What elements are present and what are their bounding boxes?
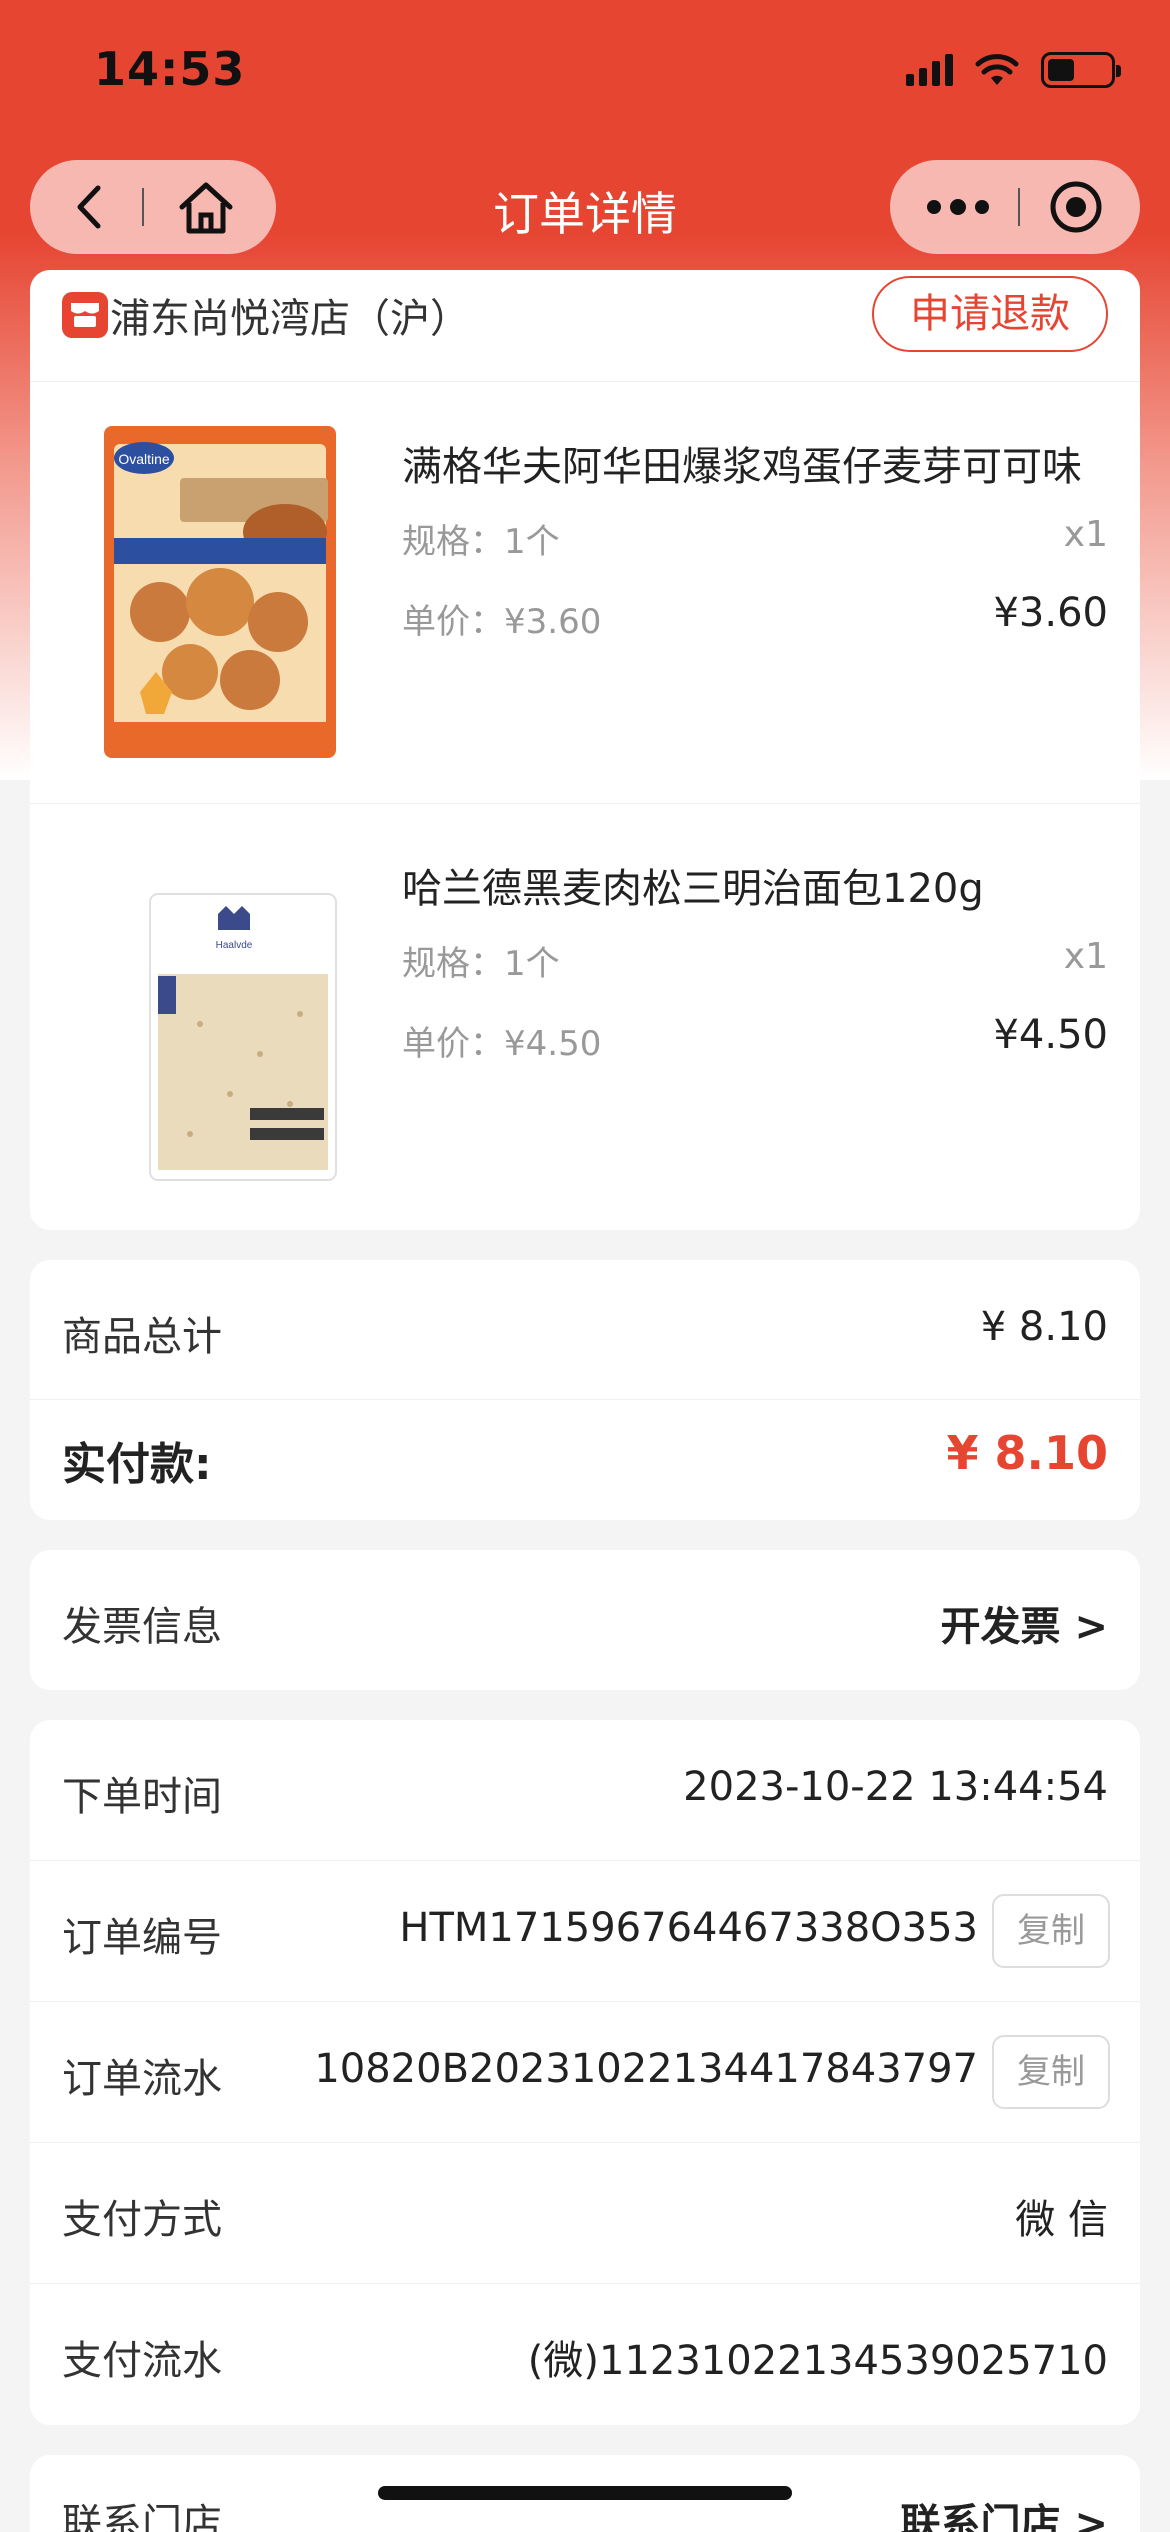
signal-icon <box>906 54 953 86</box>
status-bar: 14:53 <box>0 0 1170 140</box>
issue-invoice-link[interactable]: 开发票 > <box>941 1594 1108 1652</box>
paid-label: 实付款: <box>62 1439 212 1490</box>
store-icon <box>62 292 108 338</box>
contact-store-link[interactable]: 联系门店 > <box>901 2491 1108 2532</box>
subtotal-value: ¥ 8.10 <box>980 1304 1108 1350</box>
status-icons <box>906 52 1121 88</box>
product-name: 满格华夫阿华田爆浆鸡蛋仔麦芽可可味 <box>402 444 1082 490</box>
copy-order-number-button[interactable]: 复制 <box>992 1894 1110 1968</box>
battery-icon <box>1041 52 1121 88</box>
nav-bar: 订单详情 <box>0 160 1170 256</box>
order-time-row: 下单时间 2023-10-22 13:44:54 <box>30 1720 1140 1861</box>
svg-text:Haalvde: Haalvde <box>216 940 253 951</box>
product-image-sandwich-bread: Haalvde <box>149 893 337 1181</box>
order-flow-value: 10820B20231022134417843797 <box>314 2046 978 2092</box>
paid-row: 实付款: ¥ 8.10 <box>30 1400 1140 1520</box>
product-item[interactable]: Haalvde 哈兰德黑麦肉松三明治面包120g 规格：1个 x1 单价：¥4.… <box>30 804 1140 1226</box>
contact-store-label: 联系门店 <box>62 2501 222 2532</box>
store-row: 浦东尚悦湾店（沪） 申请退款 <box>30 270 1140 382</box>
svg-text:Ovaltine: Ovaltine <box>118 451 170 467</box>
order-number-label: 订单编号 <box>62 1915 222 1961</box>
copy-order-flow-button[interactable]: 复制 <box>992 2035 1110 2109</box>
subtotal-row: 商品总计 ¥ 8.10 <box>30 1260 1140 1400</box>
order-time-value: 2023-10-22 13:44:54 <box>683 1764 1108 1810</box>
status-time: 14:53 <box>94 42 246 96</box>
nav-right-capsule <box>890 160 1140 254</box>
order-products-card: 浦东尚悦湾店（沪） 申请退款 Ovaltine 满格华夫阿华田爆浆鸡蛋仔麦芽可可… <box>30 270 1140 1230</box>
payment-method-label: 支付方式 <box>62 2197 222 2243</box>
order-time-label: 下单时间 <box>62 1774 222 1820</box>
payment-flow-value: (微)112310221345390257​10 <box>527 2338 1108 2384</box>
wifi-icon <box>975 54 1019 85</box>
nav-divider <box>1018 188 1020 226</box>
product-price: ¥3.60 <box>993 590 1108 636</box>
refund-button[interactable]: 申请退款 <box>872 276 1108 352</box>
close-miniprogram-icon[interactable] <box>1048 179 1104 235</box>
product-unit-price: 单价：¥4.50 <box>402 1024 602 1064</box>
order-number-row: 订单编号 HTM171596764467338O353 复制 <box>30 1861 1140 2002</box>
payment-flow-row: 支付流水 (微)112310221345390257​10 <box>30 2284 1140 2425</box>
payment-method-row: 支付方式 微 信 <box>30 2143 1140 2284</box>
invoice-label: 发票信息 <box>62 1604 222 1650</box>
product-quantity: x1 <box>1063 936 1108 977</box>
subtotal-label: 商品总计 <box>62 1314 222 1360</box>
product-unit-price: 单价：¥3.60 <box>402 602 602 642</box>
product-spec: 规格：1个 <box>402 522 560 562</box>
order-total-card: 商品总计 ¥ 8.10 实付款: ¥ 8.10 <box>30 1260 1140 1520</box>
product-quantity: x1 <box>1063 514 1108 555</box>
order-flow-row: 订单流水 10820B20231022134417843797 复制 <box>30 2002 1140 2143</box>
store-name[interactable]: 浦东尚悦湾店（沪） <box>110 286 470 344</box>
product-price: ¥4.50 <box>993 1012 1108 1058</box>
product-name: 哈兰德黑麦肉松三明治面包120g <box>402 866 984 912</box>
paid-value: ¥ 8.10 <box>946 1426 1108 1480</box>
invoice-card[interactable]: 发票信息 开发票 > <box>30 1550 1140 1690</box>
home-indicator <box>378 2486 792 2500</box>
product-image-egg-waffle: Ovaltine <box>104 426 336 758</box>
order-flow-label: 订单流水 <box>62 2056 222 2102</box>
payment-flow-label: 支付流水 <box>62 2338 222 2384</box>
order-number-value: HTM171596764467338O353 <box>399 1905 978 1951</box>
payment-method-value: 微 信 <box>1015 2197 1108 2243</box>
order-info-card: 下单时间 2023-10-22 13:44:54 订单编号 HTM1715967… <box>30 1720 1140 2425</box>
more-icon[interactable] <box>926 197 990 217</box>
product-spec: 规格：1个 <box>402 944 560 984</box>
product-item[interactable]: Ovaltine 满格华夫阿华田爆浆鸡蛋仔麦芽可可味 规格：1个 x1 单价：¥… <box>30 382 1140 804</box>
